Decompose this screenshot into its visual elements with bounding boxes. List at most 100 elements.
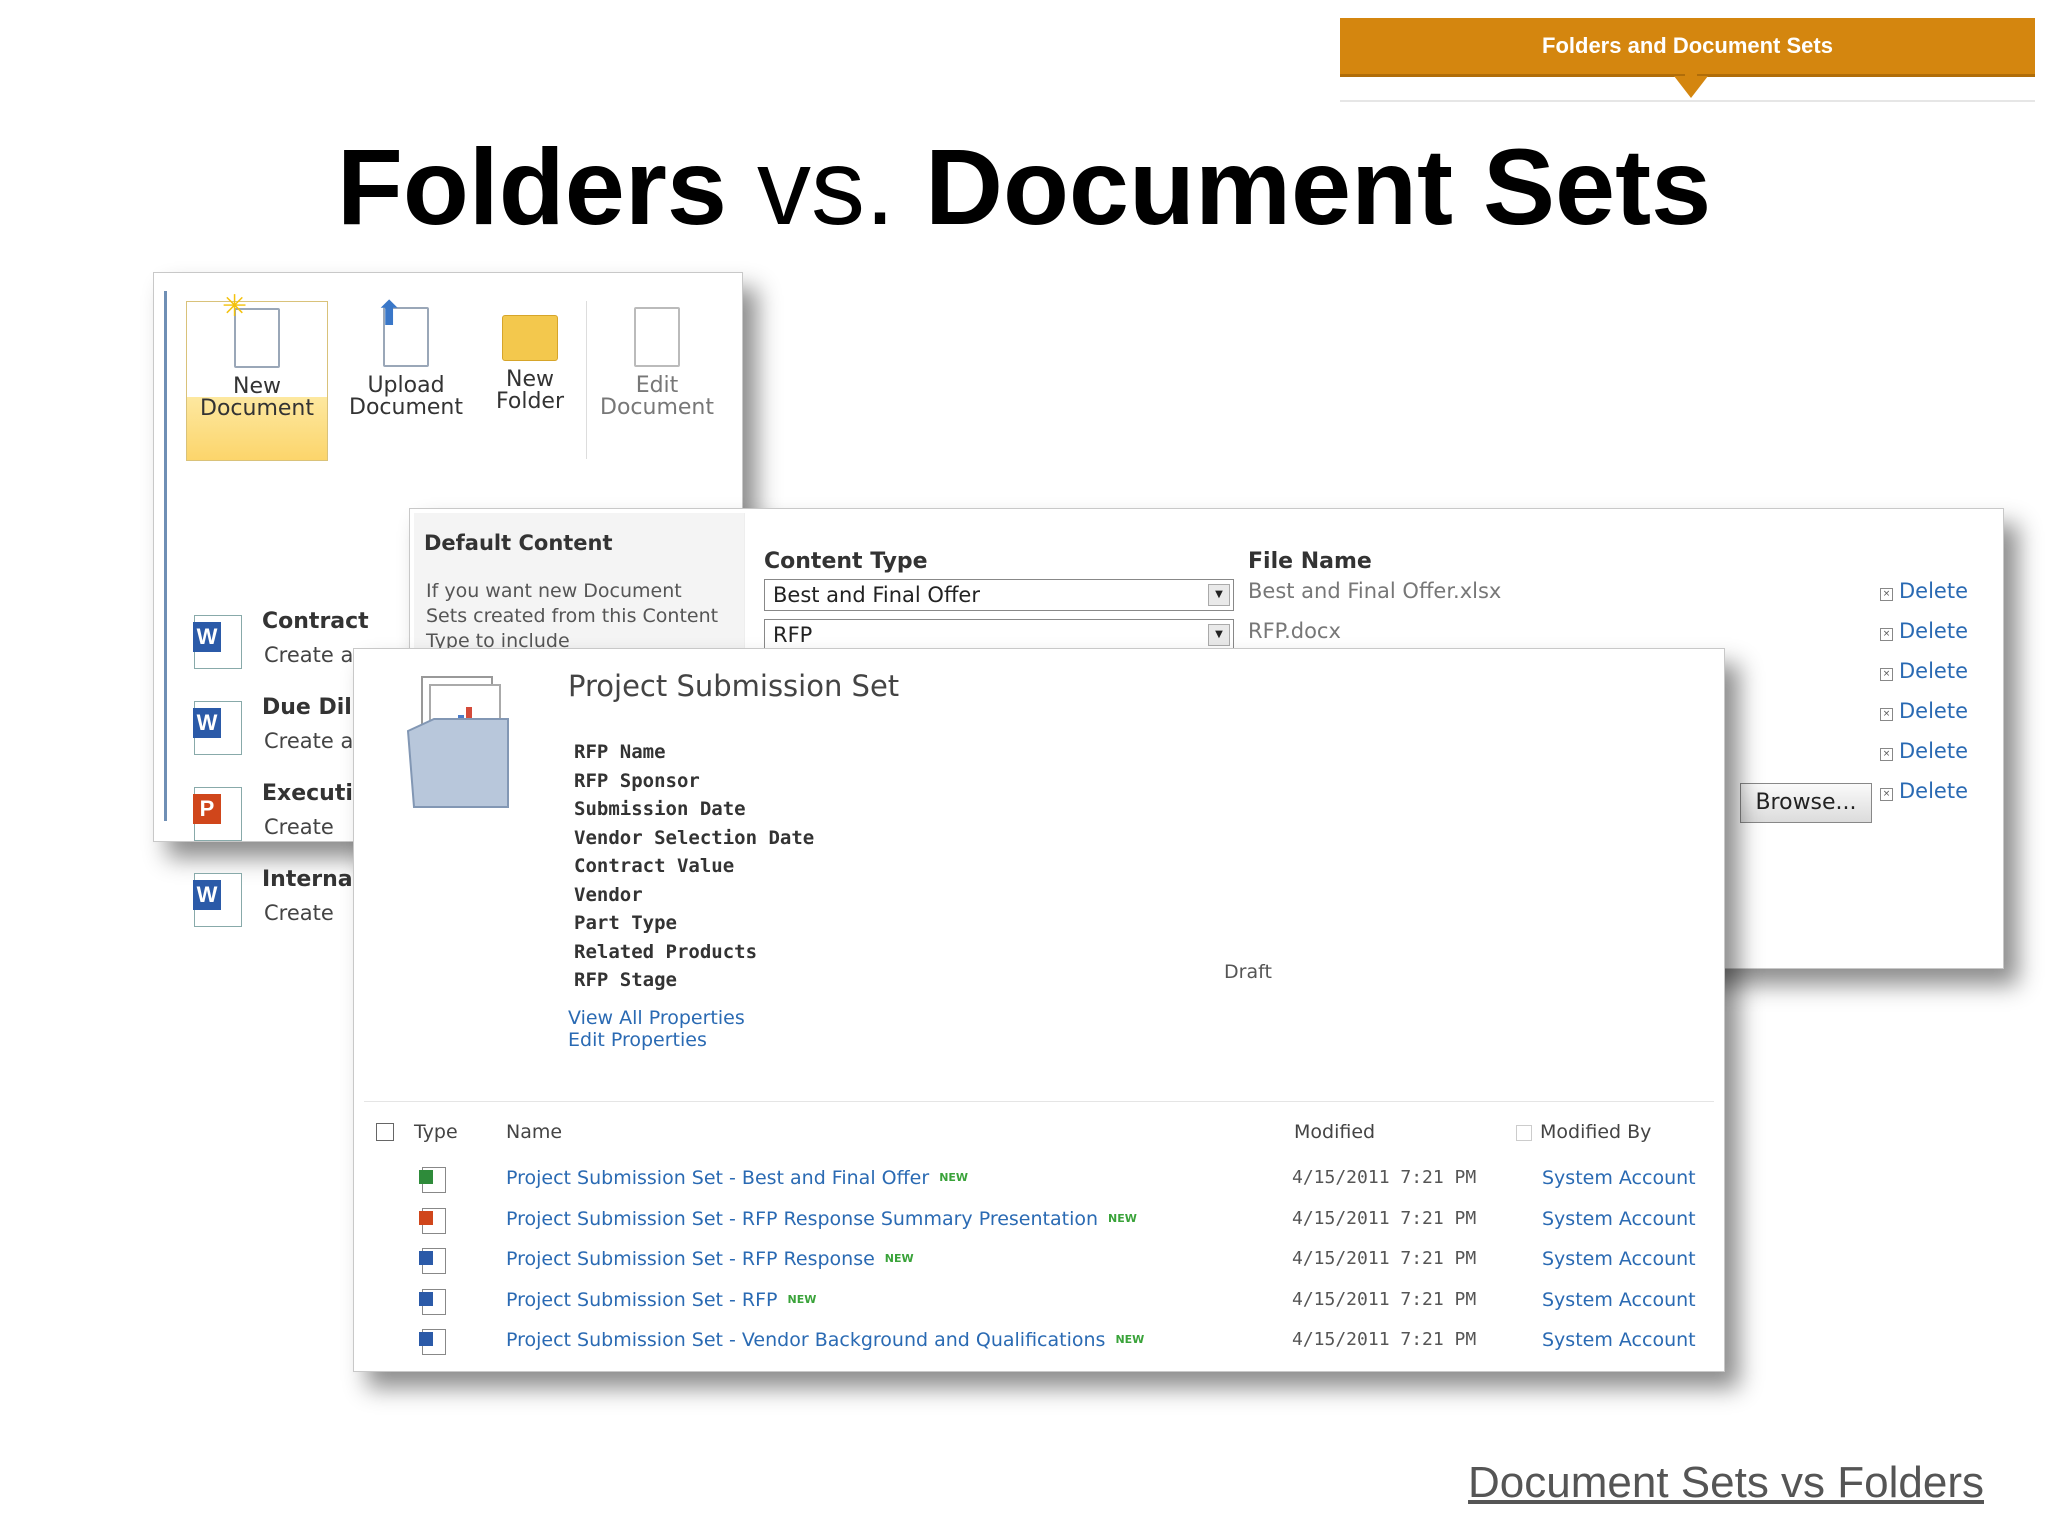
file-type-badge: W: [193, 708, 221, 738]
content-type-select-1[interactable]: Best and Final Offer ▼: [764, 579, 1234, 611]
select-all-checkbox[interactable]: [376, 1123, 394, 1141]
table-row[interactable]: Project Submission Set - RFP Response Su…: [354, 1206, 1724, 1240]
new-folder-button[interactable]: New Folder: [480, 301, 580, 459]
document-set-icon: [406, 676, 509, 808]
file-type-badge: W: [193, 880, 221, 910]
upload-document-icon: ⬆: [375, 297, 429, 367]
modified-date: 4/15/2011 7:21 PM: [1292, 1329, 1477, 1350]
document-name: Project Submission Set - RFP: [506, 1288, 778, 1311]
default-content-heading: Default Content: [424, 531, 613, 555]
delete-link[interactable]: × Delete: [1880, 779, 1968, 803]
property-label: Related Products: [574, 940, 758, 963]
document-name-link[interactable]: Project Submission Set - RFP Response Su…: [506, 1208, 1137, 1230]
document-sets-vs-folders-link[interactable]: Document Sets vs Folders: [1468, 1458, 1984, 1508]
new-folder-label: New Folder: [496, 367, 564, 414]
table-row[interactable]: Project Submission Set - Best and Final …: [354, 1165, 1724, 1199]
name-column-header[interactable]: Name: [506, 1121, 562, 1143]
excel-file-icon: [419, 1167, 446, 1193]
word-icon: W: [193, 615, 242, 669]
banner-label: Folders and Document Sets: [1340, 18, 2035, 77]
modified-by-link[interactable]: System Account: [1542, 1167, 1696, 1189]
upload-document-label: Upload Document: [349, 373, 463, 420]
chevron-down-icon[interactable]: ▼: [1208, 584, 1230, 606]
menu-item-title: Contract: [262, 609, 369, 634]
document-name-link[interactable]: Project Submission Set - RFP NEW: [506, 1289, 816, 1311]
down-arrow-icon: [1674, 76, 1708, 98]
document-set-screenshot: Project Submission Set RFP Name RFP Spons…: [353, 648, 1725, 1372]
property-label: Vendor: [574, 883, 643, 906]
slide-title: Folders vs. Document Sets: [0, 126, 2048, 247]
modified-date: 4/15/2011 7:21 PM: [1292, 1167, 1477, 1188]
property-label: RFP Sponsor: [574, 769, 700, 792]
delete-label: Delete: [1899, 619, 1968, 643]
delete-icon: ×: [1880, 628, 1893, 641]
file-type-badge: W: [193, 622, 221, 652]
delete-link[interactable]: × Delete: [1880, 699, 1968, 723]
document-name-link[interactable]: Project Submission Set - RFP Response NEW: [506, 1248, 914, 1270]
edit-document-button[interactable]: Edit Document: [586, 301, 727, 459]
table-row[interactable]: Project Submission Set - RFP NEW 4/15/2011…: [354, 1287, 1724, 1321]
modified-column-header[interactable]: Modified: [1294, 1121, 1375, 1143]
delete-label: Delete: [1899, 659, 1968, 683]
table-row[interactable]: Project Submission Set - Vendor Backgrou…: [354, 1327, 1724, 1361]
modified-by-link[interactable]: System Account: [1542, 1208, 1696, 1230]
delete-link[interactable]: × Delete: [1880, 619, 1968, 643]
modified-date: 4/15/2011 7:21 PM: [1292, 1248, 1477, 1269]
powerpoint-file-icon: [419, 1207, 446, 1234]
edit-properties-link[interactable]: Edit Properties: [568, 1029, 707, 1051]
new-badge: NEW: [939, 1171, 969, 1184]
section-divider: [364, 1101, 1714, 1102]
word-file-icon: [419, 1248, 446, 1274]
document-name: Project Submission Set - Best and Final …: [506, 1167, 930, 1189]
menu-item-title: Interna: [262, 867, 353, 892]
delete-link[interactable]: × Delete: [1880, 739, 1968, 763]
new-document-button[interactable]: ✳ New Document: [186, 292, 328, 461]
content-type-select-2[interactable]: RFP ▼: [764, 619, 1234, 651]
delete-icon: ×: [1880, 748, 1893, 761]
modified-date: 4/15/2011 7:21 PM: [1292, 1288, 1477, 1310]
delete-link[interactable]: × Delete: [1880, 579, 1968, 603]
type-column-header[interactable]: Type: [414, 1121, 458, 1143]
modified-by-link[interactable]: System Account: [1542, 1289, 1696, 1311]
table-row[interactable]: Project Submission Set - RFP Response NEW…: [354, 1246, 1724, 1280]
document-name-link[interactable]: Project Submission Set - Best and Final …: [506, 1167, 968, 1189]
title-document-sets: Document Sets: [924, 126, 1712, 247]
modified-by-link[interactable]: System Account: [1542, 1248, 1696, 1270]
delete-icon: ×: [1880, 708, 1893, 721]
property-label: Vendor Selection Date: [574, 826, 815, 849]
word-icon: W: [193, 701, 242, 755]
new-folder-icon: [502, 315, 558, 361]
delete-label: Delete: [1899, 699, 1968, 723]
delete-link[interactable]: × Delete: [1880, 659, 1968, 683]
browse-button[interactable]: Browse...: [1740, 783, 1872, 823]
delete-label: Delete: [1899, 739, 1968, 763]
edit-document-icon: [634, 307, 680, 367]
view-all-properties-link[interactable]: View All Properties: [568, 1007, 745, 1029]
new-document-icon: ✳: [222, 292, 280, 368]
delete-label: Delete: [1899, 579, 1968, 603]
modified-by-column-header[interactable]: Modified By: [1540, 1121, 1651, 1143]
property-label: RFP Stage: [574, 969, 677, 991]
content-type-header: Content Type: [764, 549, 928, 574]
document-name-link[interactable]: Project Submission Set - Vendor Backgrou…: [506, 1329, 1144, 1351]
section-banner: Folders and Document Sets: [1340, 18, 2035, 104]
delete-icon: ×: [1880, 788, 1893, 801]
delete-icon: ×: [1880, 588, 1893, 601]
upload-document-button[interactable]: ⬆ Upload Document: [336, 297, 476, 459]
content-type-value-1: Best and Final Offer: [773, 583, 980, 607]
new-document-label: New Document: [200, 374, 314, 421]
default-content-description: If you want new Document Sets created fr…: [426, 580, 719, 652]
document-name: Project Submission Set - Vendor Backgrou…: [506, 1329, 1106, 1351]
modified-date: 4/15/2011 7:21 PM: [1292, 1207, 1477, 1229]
chevron-down-icon[interactable]: ▼: [1208, 624, 1230, 646]
new-badge: NEW: [1115, 1333, 1145, 1346]
property-label: Part Type: [574, 912, 677, 934]
document-name: Project Submission Set - RFP Response Su…: [506, 1207, 1099, 1230]
new-badge: NEW: [884, 1252, 914, 1265]
edit-document-label: Edit Document: [600, 373, 714, 420]
file-name-2: RFP.docx: [1248, 619, 1341, 643]
powerpoint-icon: P: [193, 787, 242, 841]
modified-by-link[interactable]: System Account: [1542, 1329, 1696, 1351]
property-label: Contract Value: [574, 855, 735, 877]
title-folders: Folders: [336, 126, 727, 247]
